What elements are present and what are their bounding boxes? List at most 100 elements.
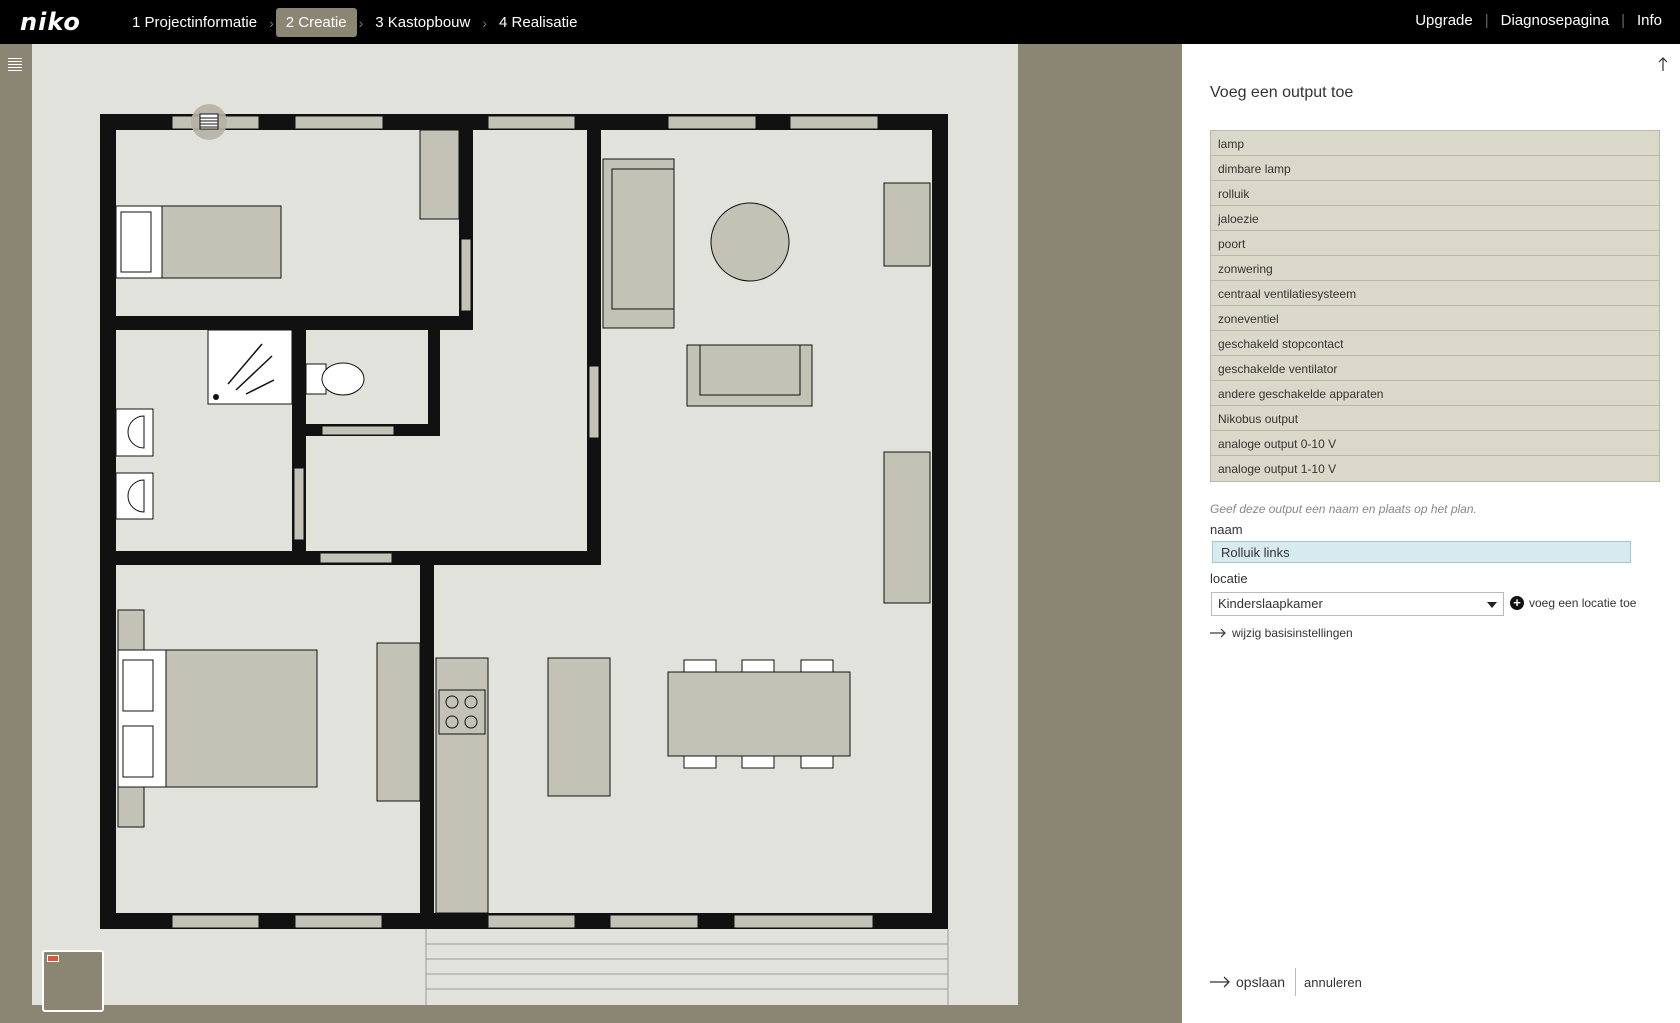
window	[487, 914, 576, 929]
chevron-right-icon: ›	[358, 14, 364, 31]
output-option-zonwering[interactable]: zonwering	[1211, 256, 1659, 281]
output-option-nikobus[interactable]: Nikobus output	[1211, 406, 1659, 431]
upgrade-link[interactable]: Upgrade	[1415, 12, 1473, 29]
wardrobe	[376, 642, 421, 802]
chair	[800, 659, 834, 673]
rolluik-icon[interactable]	[190, 103, 228, 141]
plus-icon: +	[1510, 596, 1524, 610]
output-type-list: lamp dimbare lamp rolluik jaloezie poort…	[1210, 130, 1660, 482]
cabinet	[883, 451, 931, 604]
step-navigation: 1 Projectinformatie › 2 Creatie › 3 Kast…	[122, 8, 587, 37]
caret-down-icon	[1487, 602, 1497, 608]
panel-footer: opslaan annuleren	[1210, 968, 1362, 996]
floor-plan	[100, 114, 949, 1005]
door	[460, 238, 472, 312]
floor-plan-canvas[interactable]	[32, 44, 1018, 1005]
diagnose-link[interactable]: Diagnosepagina	[1501, 12, 1609, 29]
dining-table	[667, 671, 851, 757]
output-option-lamp[interactable]: lamp	[1211, 131, 1659, 156]
left-toolbar	[0, 44, 32, 1023]
hint-text: Geef deze output een naam en plaats op h…	[1210, 502, 1477, 516]
arrow-right-icon	[1210, 976, 1230, 988]
wall	[428, 330, 440, 436]
window	[789, 115, 879, 130]
chevron-right-icon: ›	[269, 14, 274, 31]
window	[667, 115, 757, 130]
door	[588, 365, 600, 439]
pillow	[122, 659, 154, 712]
divider: |	[1484, 12, 1489, 29]
shower	[207, 329, 293, 405]
plan-thumbnail[interactable]	[42, 950, 104, 1012]
output-panel: Voeg een output toe lamp dimbare lamp ro…	[1182, 44, 1680, 1023]
top-links: Upgrade | Diagnosepagina | Info	[1415, 12, 1662, 29]
output-option-rolluik[interactable]: rolluik	[1211, 181, 1659, 206]
output-option-analoog-0-10[interactable]: analoge output 0-10 V	[1211, 431, 1659, 456]
menu-icon[interactable]	[8, 57, 22, 73]
pillow	[120, 211, 152, 273]
wardrobe	[419, 129, 460, 220]
window	[609, 914, 699, 929]
name-label: naam	[1210, 522, 1243, 537]
cancel-button[interactable]: annuleren	[1304, 975, 1362, 990]
nightstand	[117, 786, 145, 828]
output-option-dimbare-lamp[interactable]: dimbare lamp	[1211, 156, 1659, 181]
divider: |	[1621, 12, 1625, 29]
basic-settings-label: wijzig basisinstellingen	[1232, 626, 1353, 640]
chevron-right-icon: ›	[482, 14, 488, 31]
top-bar: niko 1 Projectinformatie › 2 Creatie › 3…	[0, 0, 1680, 44]
location-select[interactable]: Kinderslaapkamer	[1211, 592, 1504, 616]
round-table	[710, 202, 790, 282]
wall-left	[100, 114, 116, 929]
door	[321, 425, 395, 436]
chair	[741, 755, 775, 769]
nightstand	[117, 609, 145, 651]
location-label: locatie	[1210, 571, 1248, 586]
cooktop	[438, 689, 486, 735]
window	[733, 914, 874, 929]
output-option-analoog-1-10[interactable]: analoge output 1-10 V	[1211, 456, 1659, 481]
niko-logo[interactable]: niko	[20, 8, 81, 36]
chair	[741, 659, 775, 673]
step-projectinformatie[interactable]: 1 Projectinformatie	[122, 8, 267, 37]
output-option-andere-apparaten[interactable]: andere geschakelde apparaten	[1211, 381, 1659, 406]
door	[293, 467, 305, 541]
output-option-jaloezie[interactable]: jaloezie	[1211, 206, 1659, 231]
save-button[interactable]: opslaan	[1210, 974, 1285, 990]
wall	[420, 565, 434, 913]
wall	[116, 316, 473, 330]
location-selected-value: Kinderslaapkamer	[1218, 596, 1323, 611]
add-location-button[interactable]: + voeg een locatie toe	[1510, 596, 1636, 610]
output-option-zoneventiel[interactable]: zoneventiel	[1211, 306, 1659, 331]
window	[294, 115, 384, 130]
toilet	[321, 362, 365, 396]
window	[171, 914, 260, 929]
output-option-poort[interactable]: poort	[1211, 231, 1659, 256]
arrow-up-icon[interactable]	[1656, 56, 1670, 72]
add-location-label: voeg een locatie toe	[1529, 596, 1637, 610]
chair	[800, 755, 834, 769]
pillow	[122, 725, 154, 778]
step-kastopbouw[interactable]: 3 Kastopbouw	[365, 8, 480, 37]
output-option-ventilatiesysteem[interactable]: centraal ventilatiesysteem	[1211, 281, 1659, 306]
cabinet	[883, 182, 931, 267]
window	[487, 115, 576, 130]
save-label: opslaan	[1236, 974, 1286, 990]
thumbnail-marker	[47, 955, 59, 962]
door	[319, 552, 393, 564]
step-realisatie[interactable]: 4 Realisatie	[489, 8, 587, 37]
window	[294, 914, 383, 929]
name-input[interactable]	[1212, 541, 1631, 563]
kitchen-island	[547, 657, 611, 797]
output-option-stopcontact[interactable]: geschakeld stopcontact	[1211, 331, 1659, 356]
output-option-ventilator[interactable]: geschakelde ventilator	[1211, 356, 1659, 381]
chair	[683, 755, 717, 769]
panel-title: Voeg een output toe	[1210, 84, 1354, 101]
basic-settings-link[interactable]: wijzig basisinstellingen	[1210, 626, 1353, 640]
step-creatie[interactable]: 2 Creatie	[275, 8, 357, 37]
wall-right	[932, 114, 948, 929]
wall	[587, 130, 601, 564]
terrace-steps	[425, 929, 949, 1005]
info-link[interactable]: Info	[1637, 12, 1662, 29]
divider	[1295, 968, 1297, 996]
